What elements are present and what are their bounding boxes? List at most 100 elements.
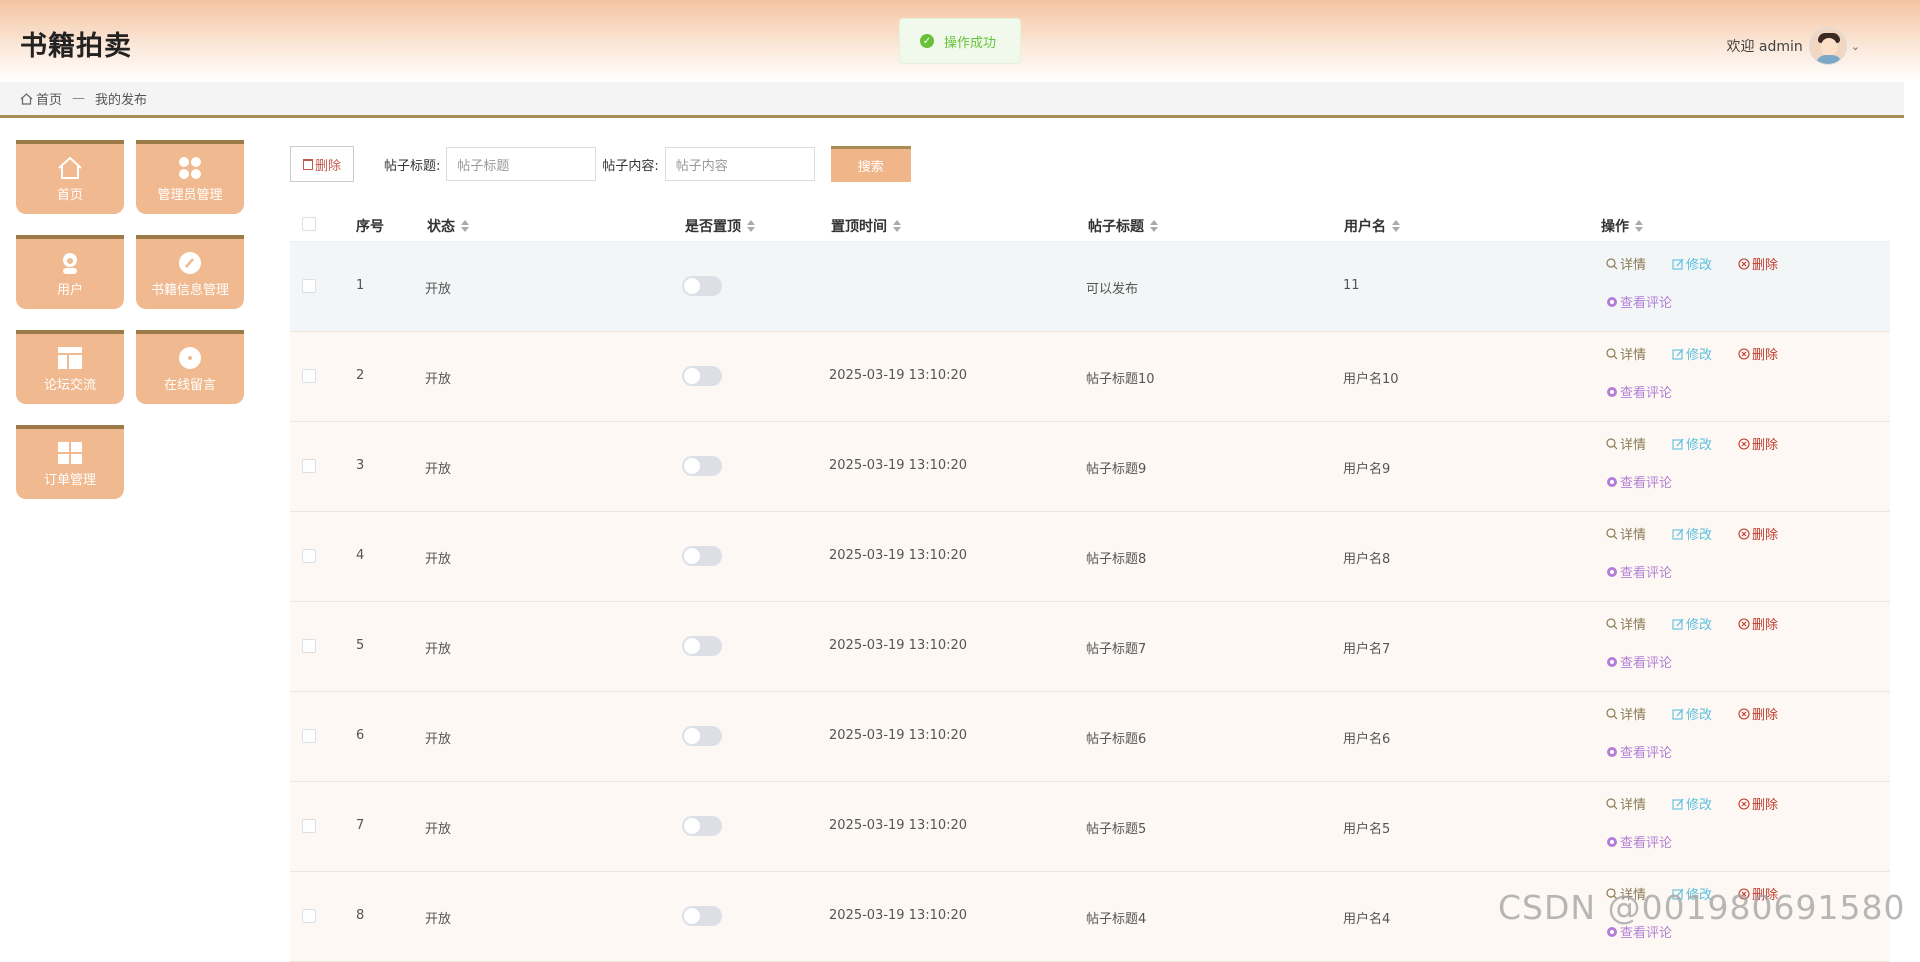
pinned-toggle[interactable]: [682, 366, 722, 386]
view-comments-button[interactable]: 查看评论: [1606, 472, 1672, 491]
delete-button[interactable]: 删除: [1738, 794, 1778, 813]
column-header-username[interactable]: 用户名: [1344, 216, 1400, 236]
welcome-text: 欢迎 admin: [1726, 39, 1803, 55]
cell-index: 5: [356, 638, 365, 653]
search-button[interactable]: 搜索: [830, 146, 911, 182]
detail-button[interactable]: 详情: [1606, 344, 1646, 363]
edit-icon: [1672, 618, 1684, 630]
column-header-pin-time[interactable]: 置顶时间: [831, 216, 901, 236]
cell-username: 用户名5: [1343, 822, 1391, 837]
row-checkbox[interactable]: [302, 729, 316, 743]
breadcrumb-current: 我的发布: [95, 93, 148, 108]
detail-button[interactable]: 详情: [1606, 704, 1646, 723]
edit-button[interactable]: 修改: [1672, 794, 1712, 813]
avatar[interactable]: [1808, 27, 1847, 65]
delete-button[interactable]: 删除: [1738, 524, 1778, 543]
cell-index: 8: [356, 908, 365, 923]
sidebar-item-forum[interactable]: 论坛交流: [16, 330, 124, 404]
detail-button[interactable]: 详情: [1606, 794, 1646, 813]
sidebar-item-messages[interactable]: 在线留言: [136, 330, 244, 404]
row-checkbox[interactable]: [302, 459, 316, 473]
table-row[interactable]: 3 开放 2025-03-19 13:10:20 帖子标题9 用户名9 详情 修改 删除 查看评…: [290, 422, 1890, 512]
view-comments-button[interactable]: 查看评论: [1606, 742, 1672, 761]
delete-button[interactable]: 删除: [1738, 704, 1778, 723]
edit-button[interactable]: 修改: [1672, 344, 1712, 363]
select-all-checkbox[interactable]: [302, 217, 316, 231]
gear-icon: [1607, 746, 1617, 757]
row-checkbox[interactable]: [302, 819, 316, 833]
view-comments-button[interactable]: 查看评论: [1606, 832, 1672, 851]
delete-button[interactable]: 删除: [1738, 344, 1778, 363]
content-search-input[interactable]: 帖子内容: [664, 147, 815, 181]
edit-button[interactable]: 修改: [1672, 434, 1712, 453]
view-comments-button[interactable]: 查看评论: [1606, 562, 1672, 581]
row-checkbox[interactable]: [302, 369, 316, 383]
table-row[interactable]: 1 开放 可以发布 11 详情 修改 删除 查看评论: [290, 242, 1890, 332]
cell-title: 可以发布: [1086, 282, 1139, 297]
view-comments-button[interactable]: 查看评论: [1606, 382, 1672, 401]
grid-dots-icon: [179, 157, 201, 179]
column-header-status[interactable]: 状态: [427, 216, 469, 236]
sidebar-item-home[interactable]: 首页: [16, 140, 124, 214]
cell-pin-time: 2025-03-19 13:10:20: [829, 638, 968, 653]
gear-icon: [1607, 836, 1617, 847]
delete-button[interactable]: 删除: [1738, 614, 1778, 633]
detail-button[interactable]: 详情: [1606, 434, 1646, 453]
edit-button[interactable]: 修改: [1672, 704, 1712, 723]
detail-button[interactable]: 详情: [1606, 524, 1646, 543]
breadcrumb-separator: —: [72, 91, 86, 106]
row-checkbox[interactable]: [302, 549, 316, 563]
table-row[interactable]: 7 开放 2025-03-19 13:10:20 帖子标题5 用户名5 详情 修改 删除 查看评…: [290, 782, 1890, 872]
view-comments-button[interactable]: 查看评论: [1606, 652, 1672, 671]
view-comments-button[interactable]: 查看评论: [1606, 292, 1672, 311]
user-menu[interactable]: 欢迎 admin ⌄: [1726, 27, 1860, 65]
column-header-actions[interactable]: 操作: [1601, 216, 1643, 236]
sidebar-item-orders[interactable]: 订单管理: [16, 425, 124, 499]
title-search-input[interactable]: 帖子标题: [446, 147, 597, 181]
table-row[interactable]: 2 开放 2025-03-19 13:10:20 帖子标题10 用户名10 详情 修改 删除查…: [290, 332, 1890, 422]
column-header-title[interactable]: 帖子标题: [1088, 216, 1158, 236]
sidebar-item-admin[interactable]: 管理员管理: [136, 140, 244, 214]
cell-title: 帖子标题7: [1086, 642, 1147, 657]
detail-button[interactable]: 详情: [1606, 614, 1646, 633]
row-checkbox[interactable]: [302, 639, 316, 653]
cell-index: 6: [356, 728, 365, 743]
pinned-toggle[interactable]: [682, 546, 722, 566]
pinned-toggle[interactable]: [682, 726, 722, 746]
table-row[interactable]: 6 开放 2025-03-19 13:10:20 帖子标题6 用户名6 详情 修改 删除 查看评…: [290, 692, 1890, 782]
check-circle-icon: ✓: [920, 34, 934, 48]
sidebar-item-label: 书籍信息管理: [150, 283, 229, 298]
gear-icon: [1607, 656, 1617, 667]
pinned-toggle[interactable]: [682, 636, 722, 656]
close-circle-icon: [1738, 797, 1750, 810]
table-row[interactable]: 5 开放 2025-03-19 13:10:20 帖子标题7 用户名7 详情 修改 删除 查看评…: [290, 602, 1890, 692]
close-circle-icon: [1738, 257, 1750, 270]
detail-button[interactable]: 详情: [1606, 254, 1646, 273]
sidebar-item-users[interactable]: 用户: [16, 235, 124, 309]
pinned-toggle[interactable]: [682, 456, 722, 476]
pinned-toggle[interactable]: [682, 816, 722, 836]
cell-status: 开放: [425, 462, 452, 477]
home-icon: [58, 156, 82, 179]
cell-username: 11: [1343, 278, 1360, 293]
edit-button[interactable]: 修改: [1672, 524, 1712, 543]
cell-status: 开放: [425, 552, 452, 567]
cell-status: 开放: [425, 282, 452, 297]
edit-button[interactable]: 修改: [1672, 614, 1712, 633]
row-checkbox[interactable]: [302, 279, 316, 293]
batch-delete-button[interactable]: 删除: [290, 146, 354, 182]
table-row[interactable]: 4 开放 2025-03-19 13:10:20 帖子标题8 用户名8 详情 修改 删除 查看评…: [290, 512, 1890, 602]
sort-icon: [747, 220, 755, 232]
delete-button[interactable]: 删除: [1738, 434, 1778, 453]
chevron-down-icon[interactable]: ⌄: [1851, 40, 1860, 53]
user-icon: [63, 253, 77, 274]
cell-status: 开放: [425, 912, 452, 927]
edit-button[interactable]: 修改: [1672, 254, 1712, 273]
breadcrumb-home[interactable]: 首页: [36, 89, 62, 108]
column-header-pinned[interactable]: 是否置顶: [685, 216, 755, 236]
row-checkbox[interactable]: [302, 909, 316, 923]
sidebar-item-books[interactable]: 书籍信息管理: [136, 235, 244, 309]
pinned-toggle[interactable]: [682, 906, 722, 926]
pinned-toggle[interactable]: [682, 276, 722, 296]
delete-button[interactable]: 删除: [1738, 254, 1778, 273]
